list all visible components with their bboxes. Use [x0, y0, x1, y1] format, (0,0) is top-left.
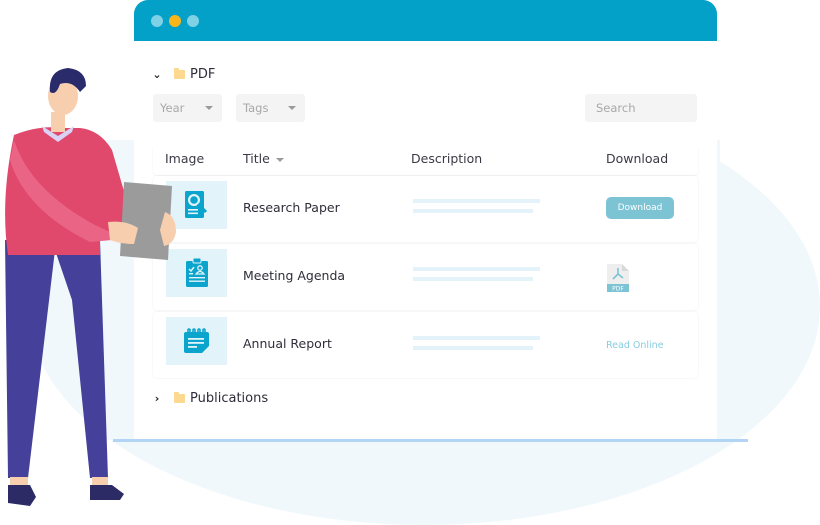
pdf-download-link[interactable]: PDF — [606, 263, 630, 297]
table-row: Meeting Agenda PDF — [153, 244, 698, 310]
table-row: Research Paper Download — [153, 176, 698, 242]
tags-filter[interactable]: Tags — [236, 94, 305, 122]
description-placeholder-line — [413, 346, 533, 350]
caret-down-icon — [205, 106, 213, 110]
folder-label: PDF — [190, 67, 216, 82]
read-online-link[interactable]: Read Online — [606, 340, 664, 351]
row-title[interactable]: Research Paper — [243, 200, 340, 215]
description-placeholder-line — [413, 199, 540, 203]
table-header: Image Title Description Download — [153, 145, 698, 175]
column-header-description: Description — [411, 151, 483, 166]
column-header-title-label: Title — [243, 151, 270, 166]
description-placeholder-line — [413, 267, 540, 271]
window-dot-maximize[interactable] — [187, 14, 199, 27]
window-dot-minimize[interactable] — [169, 14, 181, 27]
search-placeholder: Search — [596, 101, 636, 115]
search-input[interactable]: Search — [585, 94, 697, 122]
column-header-title[interactable]: Title — [243, 151, 284, 166]
sort-caret-icon[interactable] — [275, 157, 284, 162]
folder-label: Publications — [190, 391, 269, 406]
pdf-label: PDF — [612, 286, 624, 293]
tags-filter-label: Tags — [243, 101, 269, 115]
window-titlebar — [134, 0, 717, 41]
person-illustration — [5, 68, 176, 506]
description-placeholder-line — [413, 336, 540, 340]
row-title[interactable]: Annual Report — [243, 336, 332, 351]
pdf-file-icon: PDF — [607, 264, 629, 293]
row-title[interactable]: Meeting Agenda — [243, 268, 345, 283]
description-placeholder-line — [413, 209, 533, 213]
window-baseline — [113, 439, 748, 442]
window-dot-close[interactable] — [151, 14, 163, 27]
caret-down-icon — [288, 106, 296, 110]
column-header-download: Download — [606, 151, 669, 166]
description-placeholder-line — [413, 277, 533, 281]
download-button[interactable]: Download — [606, 197, 674, 219]
table-row: Annual Report Read Online — [153, 312, 698, 378]
